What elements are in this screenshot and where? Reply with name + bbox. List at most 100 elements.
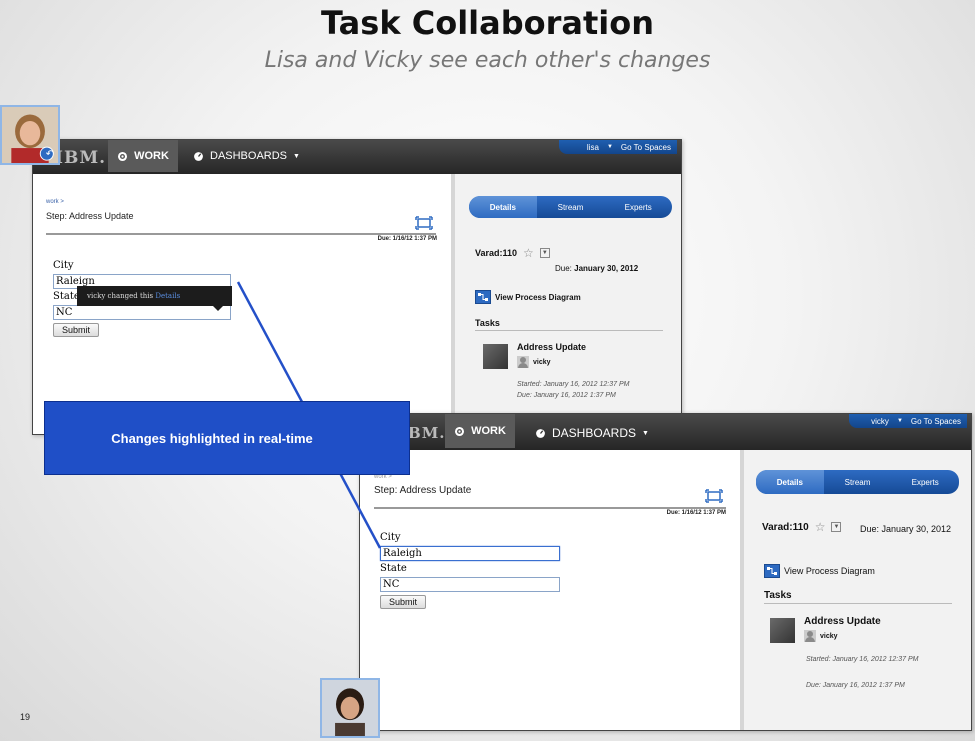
header-divider xyxy=(374,507,726,509)
tasks-header: Tasks xyxy=(764,590,952,604)
nav-dashboards-label: DASHBOARDS xyxy=(552,426,637,440)
city-label: City xyxy=(380,532,401,543)
tab-experts[interactable]: Experts xyxy=(891,478,959,487)
chevron-down-icon[interactable]: ▼ xyxy=(831,522,842,532)
task-owner-name: vicky xyxy=(820,632,838,640)
callout-text: Changes highlighted in real-time xyxy=(111,430,313,446)
task-name[interactable]: Address Update xyxy=(804,616,881,627)
tab-stream[interactable]: Stream xyxy=(537,203,605,212)
callout-box: Changes highlighted in real-time xyxy=(44,401,410,475)
nav-work-label: WORK xyxy=(471,425,506,437)
person-icon xyxy=(804,630,816,642)
chevron-down-icon[interactable]: ▼ xyxy=(539,248,550,258)
nav-work[interactable]: WORK xyxy=(108,140,178,172)
slide-subtitle: Lisa and Vicky see each other's changes xyxy=(264,48,711,73)
breadcrumb[interactable]: work > xyxy=(46,199,64,205)
nav-dashboards-label: DASHBOARDS xyxy=(210,150,288,162)
state-field[interactable]: NC xyxy=(380,577,560,592)
gear-icon xyxy=(118,151,128,161)
details-pane: Details Stream Experts Varad:110 ☆ ▼ Due… xyxy=(740,450,971,730)
nav-dashboards[interactable]: DASHBOARDS ▼ xyxy=(535,426,649,440)
submit-button[interactable]: Submit xyxy=(380,595,426,609)
state-label: State xyxy=(380,563,407,574)
view-process-diagram-link[interactable]: View Process Diagram xyxy=(764,564,875,578)
city-label: City xyxy=(53,260,74,271)
instance-due-date: January 30, 2012 xyxy=(574,264,639,273)
header-divider xyxy=(46,233,436,235)
tooltip-arrow xyxy=(213,306,223,311)
tab-stream[interactable]: Stream xyxy=(824,478,892,487)
ibm-logo: IBM. xyxy=(55,148,107,168)
gauge-icon xyxy=(194,151,203,161)
view-process-diagram-label: View Process Diagram xyxy=(495,292,581,302)
task-owner: vicky xyxy=(804,630,838,642)
vicky-photo xyxy=(322,680,378,736)
vicky-avatar xyxy=(320,678,380,738)
process-diagram-icon xyxy=(475,290,491,304)
star-icon[interactable]: ☆ xyxy=(523,246,534,260)
task-due: Due: January 16, 2012 1:37 PM xyxy=(517,392,616,399)
user-menu[interactable]: vicky ▼ Go To Spaces xyxy=(849,414,967,428)
slide-number: 19 xyxy=(20,712,31,722)
view-process-diagram-link[interactable]: View Process Diagram xyxy=(475,290,581,304)
change-tooltip-text: vicky changed this xyxy=(87,292,156,300)
task-started: Started: January 16, 2012 12:37 PM xyxy=(806,656,919,663)
task-form-pane: work > Step: Address Update Due: 1/16/12… xyxy=(33,174,451,434)
lisa-avatar: ↶ xyxy=(0,105,60,165)
lisa-window: IBM. WORK DASHBOARDS ▼ lisa ▼ Go To Spac… xyxy=(32,139,682,435)
expand-icon[interactable] xyxy=(415,216,433,230)
chevron-down-icon: ▼ xyxy=(293,152,300,160)
chevron-down-icon: ▼ xyxy=(642,429,649,437)
submit-button[interactable]: Submit xyxy=(53,323,99,337)
tab-details[interactable]: Details xyxy=(469,196,537,218)
gauge-icon xyxy=(536,428,545,438)
go-to-spaces-link[interactable]: Go To Spaces xyxy=(911,417,961,426)
instance-due-prefix: Due: xyxy=(555,264,575,273)
user-menu[interactable]: lisa ▼ Go To Spaces xyxy=(559,140,677,154)
details-pane: Details Stream Experts Varad:110 ☆ ▼ Due… xyxy=(451,174,681,434)
change-details-link[interactable]: Details xyxy=(155,292,180,300)
slide-title: Task Collaboration xyxy=(320,4,655,42)
nav-work[interactable]: WORK xyxy=(445,414,515,448)
star-icon[interactable]: ☆ xyxy=(815,520,826,534)
step-due-date: Due: 1/16/12 1:37 PM xyxy=(666,510,726,516)
nav-dashboards[interactable]: DASHBOARDS ▼ xyxy=(193,150,300,162)
gear-icon xyxy=(455,426,465,436)
task-due: Due: January 16, 2012 1:37 PM xyxy=(806,682,905,689)
task-form-pane: work > Step: Address Update Due: 1/16/12… xyxy=(360,450,740,730)
step-due-date: Due: 1/16/12 1:37 PM xyxy=(377,236,437,242)
tab-experts[interactable]: Experts xyxy=(604,203,672,212)
task-owner: vicky xyxy=(517,356,551,368)
person-icon xyxy=(517,356,529,368)
task-started: Started: January 16, 2012 12:37 PM xyxy=(517,381,630,388)
address-form: City Raleigh State NC Submit xyxy=(380,532,560,609)
top-navbar: IBM. WORK DASHBOARDS ▼ lisa ▼ Go To Spac… xyxy=(33,140,681,174)
go-to-spaces-link[interactable]: Go To Spaces xyxy=(621,143,671,152)
chevron-down-icon: ▼ xyxy=(606,144,613,150)
instance-name: Varad:110 xyxy=(762,521,809,533)
task-name[interactable]: Address Update xyxy=(517,342,586,352)
task-thumbnail[interactable] xyxy=(483,344,508,369)
instance-due: Due: January 30, 2012 xyxy=(555,264,638,273)
user-name: lisa xyxy=(586,142,599,152)
tasks-header: Tasks xyxy=(475,318,663,331)
step-title: Step: Address Update xyxy=(374,485,472,496)
state-field[interactable]: NC xyxy=(53,305,231,320)
process-diagram-icon xyxy=(764,564,780,578)
change-tooltip: vicky changed this Details xyxy=(77,286,232,306)
city-field[interactable]: Raleigh xyxy=(380,546,560,561)
instance-name: Varad:110 xyxy=(475,248,518,258)
instance-due: Due: January 30, 2012 xyxy=(860,524,952,534)
task-owner-name: vicky xyxy=(533,358,551,366)
user-name: vicky xyxy=(871,416,889,426)
top-navbar: IBM. WORK DASHBOARDS ▼ vicky ▼ Go To Spa… xyxy=(360,414,971,450)
tab-details[interactable]: Details xyxy=(756,470,824,494)
details-tabs: Details Stream Experts xyxy=(756,470,959,494)
instance-header: Varad:110 ☆ ▼ xyxy=(762,520,842,534)
step-title: Step: Address Update xyxy=(46,211,134,221)
undo-icon[interactable]: ↶ xyxy=(44,149,56,161)
task-thumbnail[interactable] xyxy=(770,618,795,643)
expand-icon[interactable] xyxy=(705,489,723,503)
details-tabs: Details Stream Experts xyxy=(469,196,672,218)
vicky-window: IBM. WORK DASHBOARDS ▼ vicky ▼ Go To Spa… xyxy=(359,413,972,731)
